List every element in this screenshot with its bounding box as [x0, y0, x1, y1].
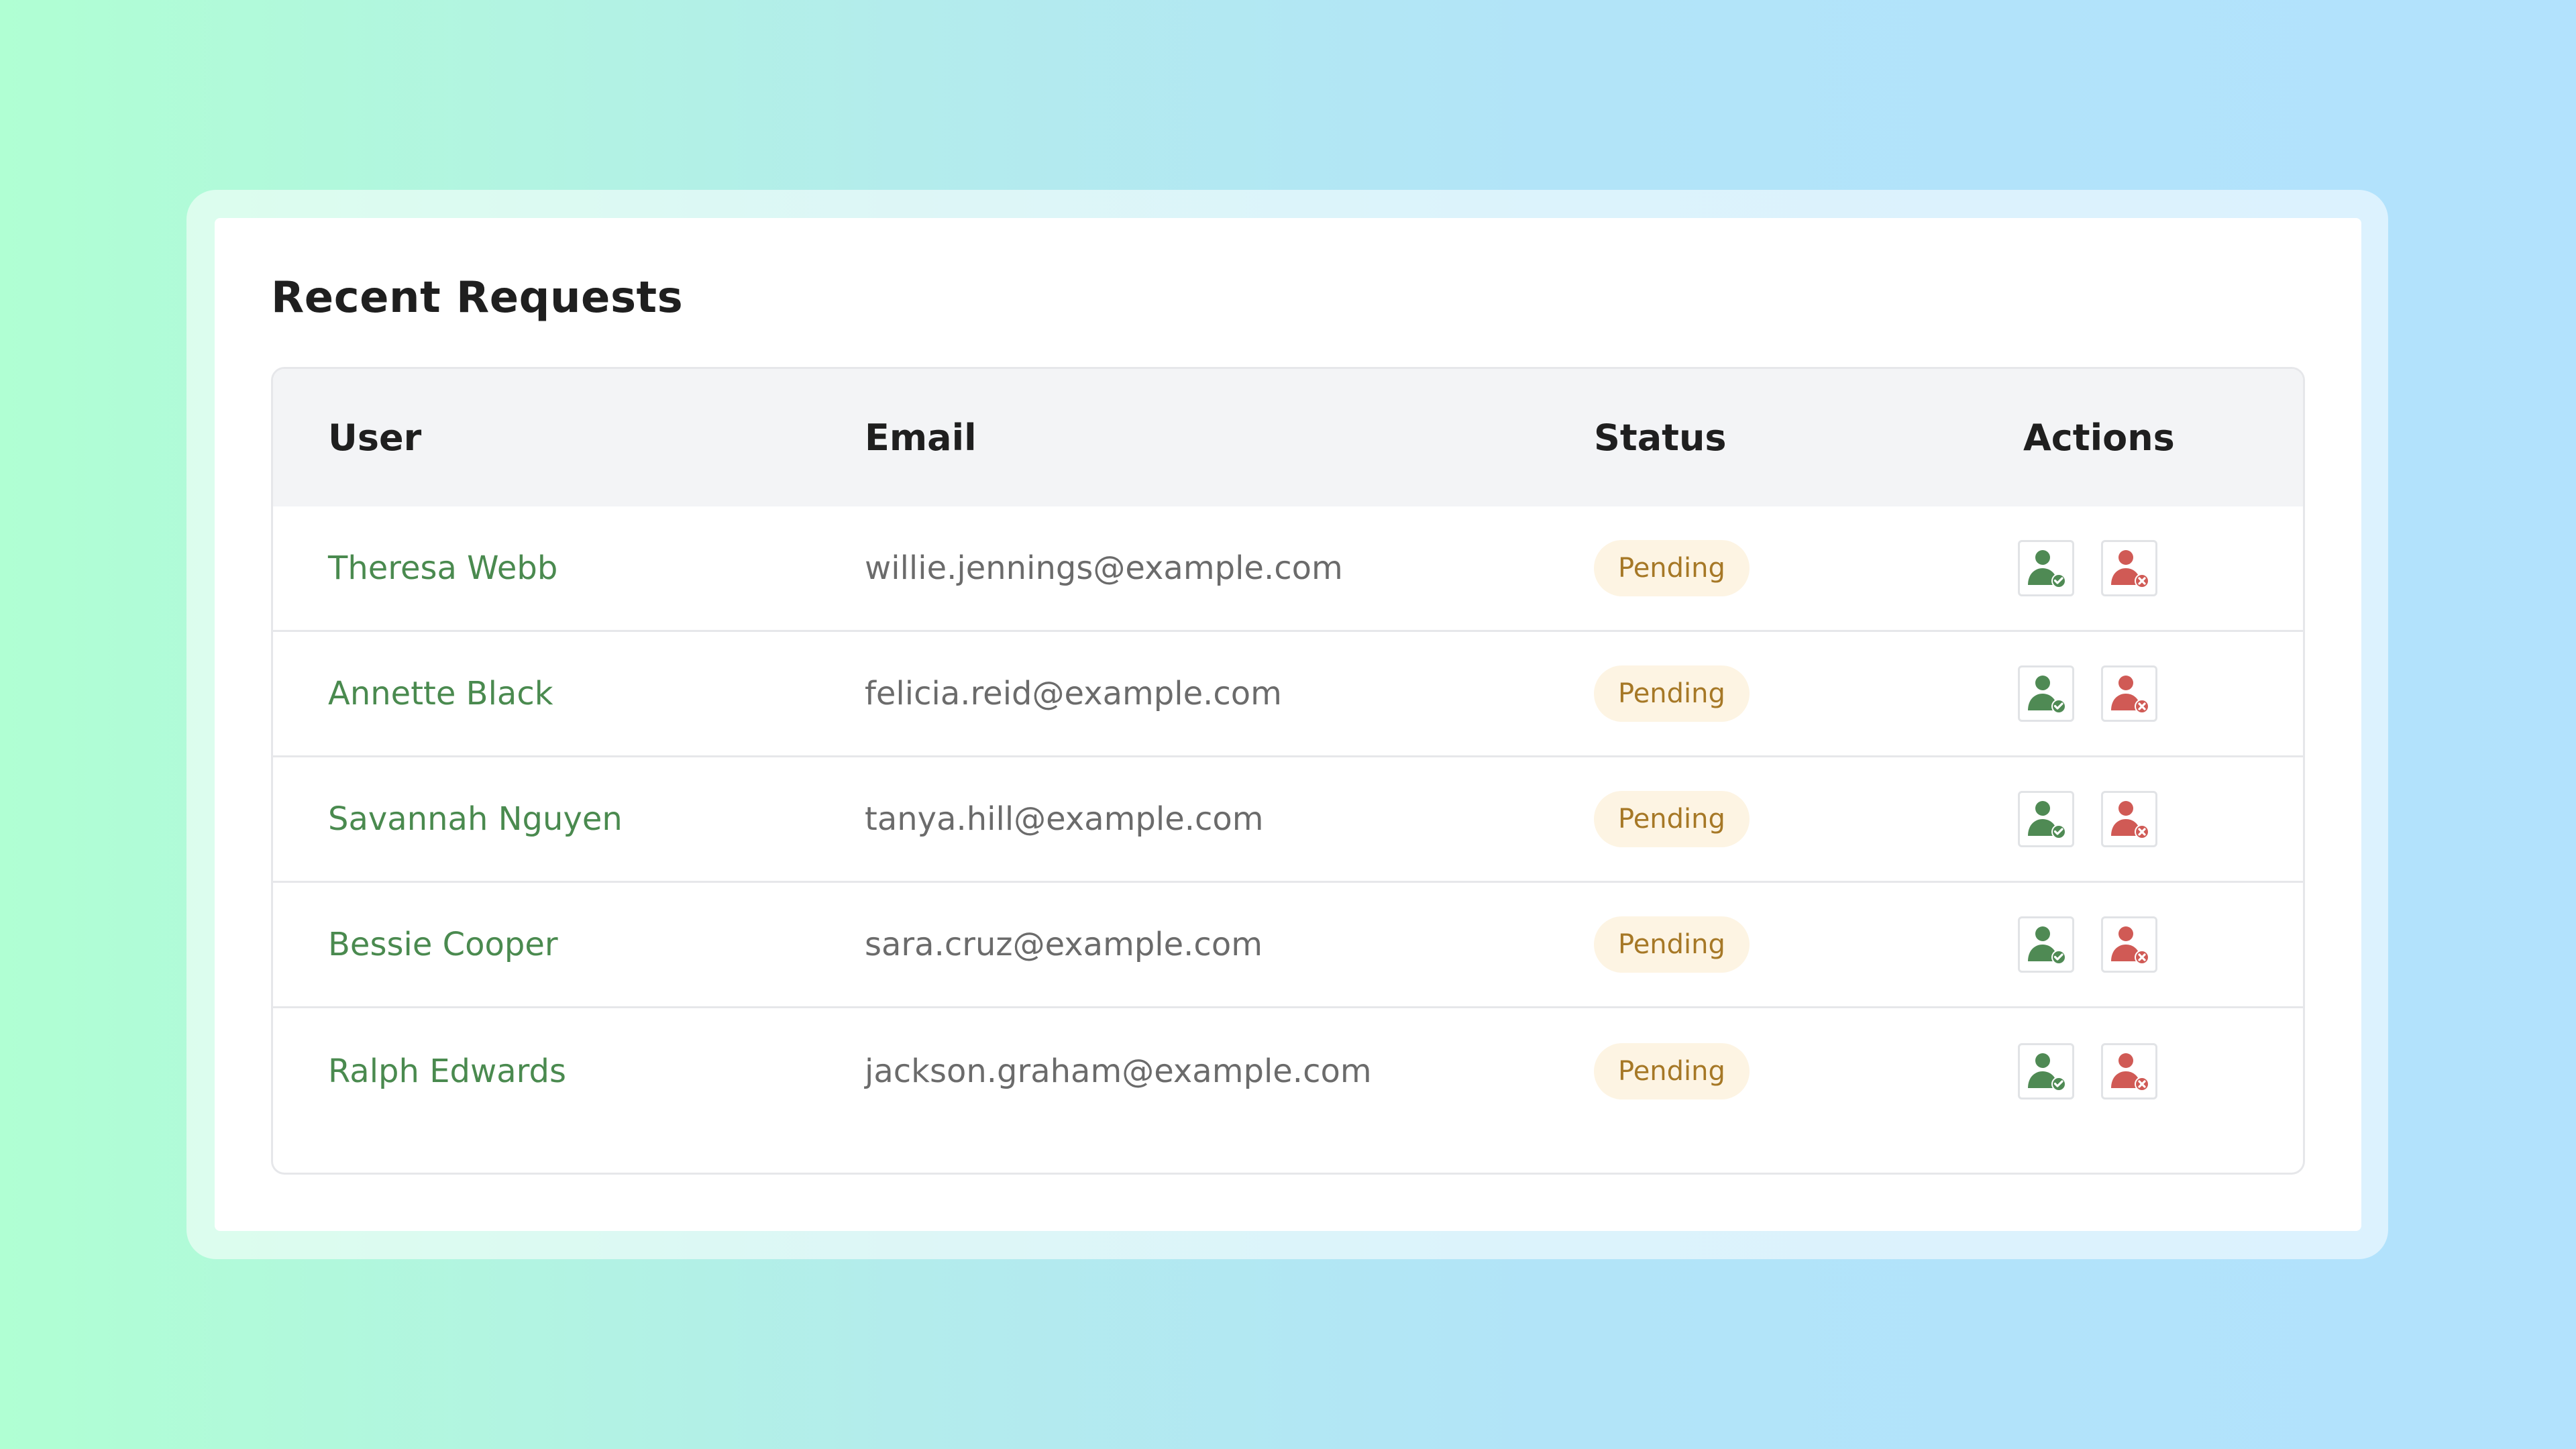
user-remove-icon	[2111, 926, 2149, 965]
user-name: Theresa Webb	[328, 549, 558, 587]
reject-button[interactable]	[2101, 540, 2157, 596]
user-check-icon	[2028, 1053, 2066, 1091]
column-header-user: User	[328, 417, 422, 459]
actions-cell	[2018, 1008, 2157, 1134]
approve-button[interactable]	[2018, 916, 2074, 973]
table-header: User Email Status Actions	[273, 369, 2303, 506]
user-remove-icon	[2111, 550, 2149, 588]
status-cell: Pending	[1594, 1008, 1750, 1134]
table-row: Annette Black felicia.reid@example.com P…	[273, 632, 2303, 757]
user-check-icon	[2028, 801, 2066, 839]
approve-button[interactable]	[2018, 1042, 2074, 1099]
status-badge: Pending	[1594, 1042, 1750, 1099]
user-remove-icon	[2111, 676, 2149, 714]
user-email: willie.jennings@example.com	[865, 549, 1343, 587]
approve-button[interactable]	[2018, 791, 2074, 847]
table-row: Theresa Webb willie.jennings@example.com…	[273, 506, 2303, 632]
status-badge: Pending	[1594, 791, 1750, 847]
status-cell: Pending	[1594, 757, 1750, 881]
actions-cell	[2018, 757, 2157, 881]
status-cell: Pending	[1594, 632, 1750, 755]
approve-button[interactable]	[2018, 665, 2074, 722]
column-header-email: Email	[865, 417, 977, 459]
status-cell: Pending	[1594, 883, 1750, 1006]
user-remove-icon	[2111, 801, 2149, 839]
approve-button[interactable]	[2018, 540, 2074, 596]
table-row: Bessie Cooper sara.cruz@example.com Pend…	[273, 883, 2303, 1008]
user-remove-icon	[2111, 1053, 2149, 1091]
table-row: Ralph Edwards jackson.graham@example.com…	[273, 1008, 2303, 1134]
column-header-status: Status	[1594, 417, 1727, 459]
requests-table: User Email Status Actions Theresa Webb w…	[271, 367, 2305, 1175]
user-name: Ralph Edwards	[328, 1052, 567, 1090]
status-badge: Pending	[1594, 665, 1750, 722]
reject-button[interactable]	[2101, 1042, 2157, 1099]
status-cell: Pending	[1594, 506, 1750, 630]
reject-button[interactable]	[2101, 791, 2157, 847]
user-check-icon	[2028, 926, 2066, 965]
table-row: Savannah Nguyen tanya.hill@example.com P…	[273, 757, 2303, 883]
user-check-icon	[2028, 550, 2066, 588]
user-name: Annette Black	[328, 675, 553, 712]
actions-cell	[2018, 883, 2157, 1006]
user-email: felicia.reid@example.com	[865, 675, 1282, 712]
status-badge: Pending	[1594, 540, 1750, 596]
recent-requests-card: Recent Requests User Email Status Action…	[215, 218, 2361, 1231]
actions-cell	[2018, 632, 2157, 755]
actions-cell	[2018, 506, 2157, 630]
user-email: tanya.hill@example.com	[865, 800, 1264, 838]
column-header-actions: Actions	[2023, 417, 2175, 459]
user-email: jackson.graham@example.com	[865, 1052, 1372, 1090]
reject-button[interactable]	[2101, 665, 2157, 722]
status-badge: Pending	[1594, 916, 1750, 973]
reject-button[interactable]	[2101, 916, 2157, 973]
user-name: Bessie Cooper	[328, 926, 558, 963]
card-title: Recent Requests	[271, 273, 684, 323]
user-email: sara.cruz@example.com	[865, 926, 1263, 963]
user-name: Savannah Nguyen	[328, 800, 623, 838]
user-check-icon	[2028, 676, 2066, 714]
